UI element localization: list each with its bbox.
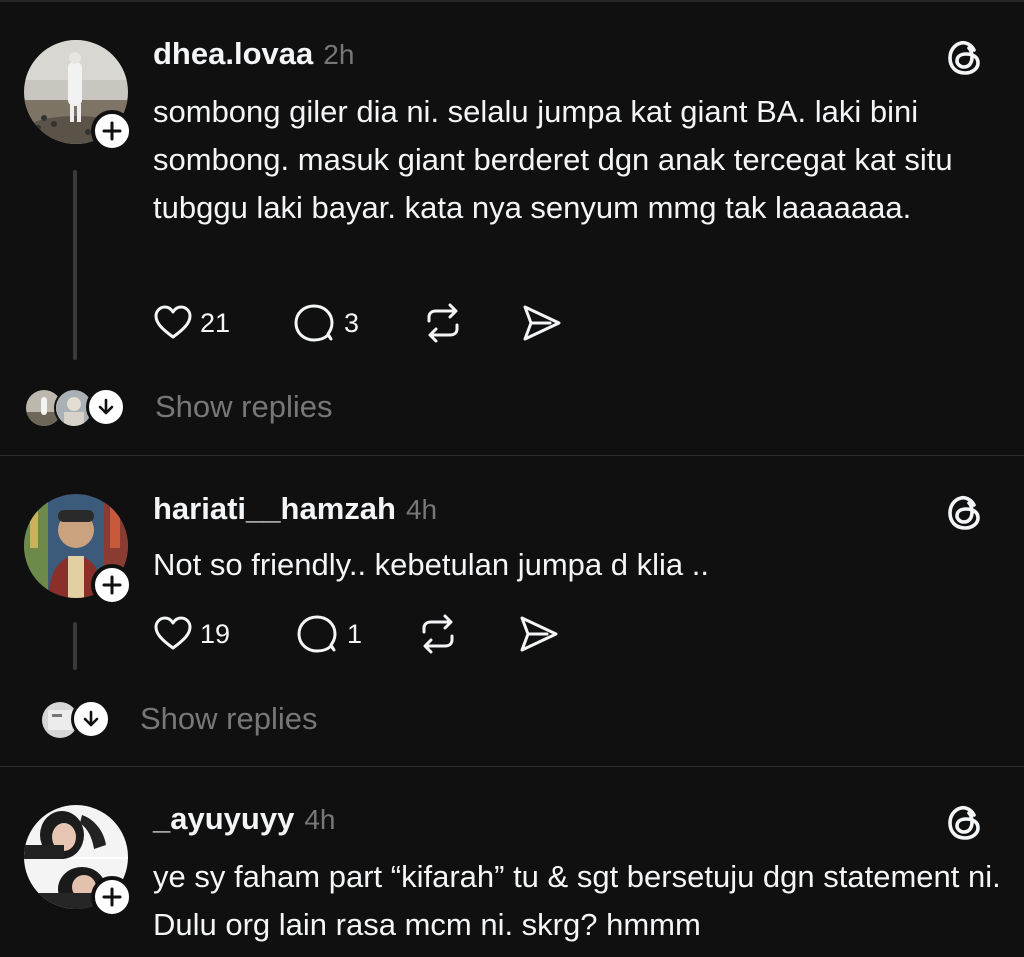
username[interactable]: _ayuyuyy bbox=[153, 801, 294, 837]
share-button[interactable] bbox=[517, 612, 561, 656]
plus-icon bbox=[102, 887, 122, 907]
threads-logo-icon[interactable] bbox=[943, 491, 987, 535]
arrow-down-icon bbox=[98, 398, 114, 415]
reply-count: 3 bbox=[344, 307, 360, 338]
arrow-down-icon bbox=[83, 710, 99, 727]
comment-bubble-icon bbox=[294, 304, 334, 342]
post-text: ye sy faham part “kifarah” tu & sgt bers… bbox=[153, 859, 1001, 942]
follow-plus-button[interactable] bbox=[91, 564, 133, 606]
timestamp: 4h bbox=[304, 804, 336, 835]
post-divider bbox=[0, 455, 1024, 456]
expand-replies-button[interactable] bbox=[71, 699, 111, 739]
post-header: dhea.lovaa 2h bbox=[153, 36, 354, 76]
share-button[interactable] bbox=[520, 301, 564, 345]
send-icon bbox=[520, 616, 558, 652]
heart-icon bbox=[154, 616, 192, 650]
thread-line bbox=[73, 622, 77, 670]
show-replies-link[interactable]: Show replies bbox=[140, 701, 317, 737]
username[interactable]: hariati__hamzah bbox=[153, 491, 396, 527]
like-button[interactable]: 21 bbox=[152, 301, 230, 345]
repost-icon bbox=[427, 303, 459, 343]
timestamp: 4h bbox=[405, 494, 438, 525]
expand-replies-button[interactable] bbox=[86, 387, 126, 427]
repost-icon bbox=[422, 614, 454, 654]
send-icon bbox=[523, 305, 561, 341]
timestamp: 2h bbox=[323, 39, 355, 70]
plus-icon bbox=[102, 121, 122, 141]
repost-button[interactable] bbox=[421, 301, 465, 345]
threads-logo-icon[interactable] bbox=[943, 801, 987, 845]
reply-count: 1 bbox=[347, 618, 363, 649]
post-divider bbox=[0, 766, 1024, 767]
post-text: sombong giler dia ni. selalu jumpa kat g… bbox=[153, 94, 953, 225]
heart-icon bbox=[154, 305, 192, 339]
show-replies-link[interactable]: Show replies bbox=[155, 389, 332, 425]
follow-plus-button[interactable] bbox=[91, 110, 133, 152]
top-divider bbox=[0, 0, 1024, 2]
repost-button[interactable] bbox=[416, 612, 460, 656]
plus-icon bbox=[102, 575, 122, 595]
reply-button[interactable]: 1 bbox=[295, 612, 362, 656]
like-count: 21 bbox=[200, 307, 231, 338]
comment-bubble-icon bbox=[297, 615, 337, 653]
thread-line bbox=[73, 170, 77, 360]
follow-plus-button[interactable] bbox=[91, 876, 133, 918]
post-header: hariati__hamzah 4h bbox=[153, 491, 437, 531]
like-button[interactable]: 19 bbox=[152, 612, 230, 656]
threads-logo-icon[interactable] bbox=[943, 36, 987, 80]
username[interactable]: dhea.lovaa bbox=[153, 36, 313, 72]
post-text: Not so friendly.. kebetulan jumpa d klia… bbox=[153, 547, 709, 582]
reply-button[interactable]: 3 bbox=[292, 301, 359, 345]
post-header: _ayuyuyy 4h bbox=[153, 801, 335, 841]
like-count: 19 bbox=[200, 618, 231, 649]
